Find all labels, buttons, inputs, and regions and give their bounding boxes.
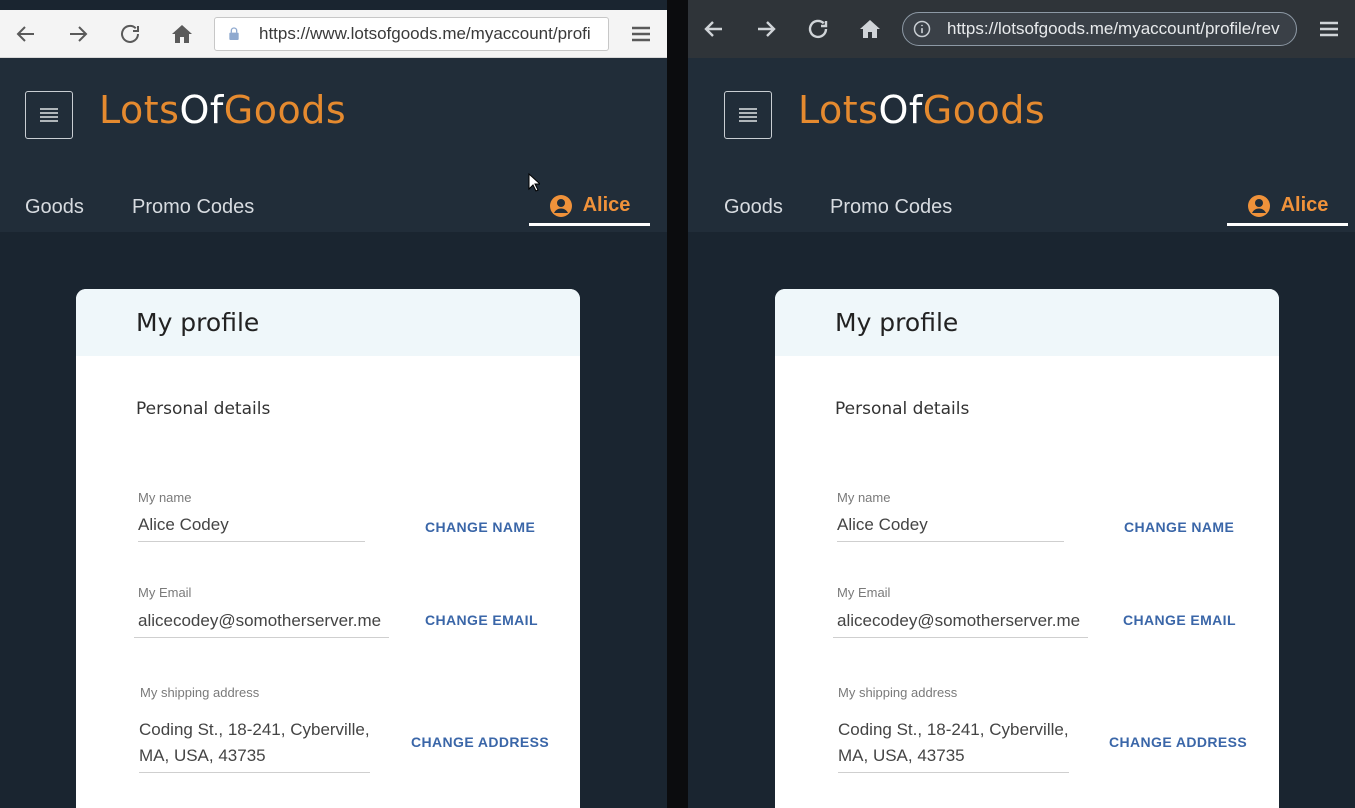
logo-text-goods: Goods [922, 88, 1046, 132]
site-logo[interactable]: LotsOfGoods [798, 88, 1045, 132]
logo-text-lots: Lots [99, 88, 180, 132]
site-logo[interactable]: LotsOfGoods [99, 88, 346, 132]
browser-toolbar: https://www.lotsofgoods.me/myaccount/pro… [0, 10, 667, 58]
logo-text-of: Of [878, 88, 923, 132]
forward-icon[interactable] [52, 10, 104, 58]
url-text: https://www.lotsofgoods.me/myaccount/pro… [259, 23, 591, 43]
sidebar-toggle-button[interactable] [25, 91, 73, 139]
name-label: My name [138, 490, 192, 505]
profile-card: My profile Personal details My name Alic… [775, 289, 1279, 808]
name-field: Alice Codey [837, 512, 1064, 542]
email-label: My Email [138, 585, 192, 600]
change-address-button[interactable]: CHANGE ADDRESS [1109, 734, 1247, 750]
page-title: My profile [835, 308, 959, 337]
profile-card-header: My profile [76, 289, 580, 356]
main-nav: Goods Promo Codes Alice [0, 178, 667, 232]
address-label: My shipping address [838, 685, 958, 700]
lock-icon [215, 18, 253, 50]
address-line-2: MA, USA, 43735 [838, 743, 1069, 773]
back-icon[interactable] [0, 10, 52, 58]
mouse-cursor-icon [528, 173, 540, 192]
site-header: LotsOfGoods Goods Promo Codes Alice [0, 58, 667, 232]
site-header: LotsOfGoods Goods Promo Codes Alice [688, 58, 1355, 232]
profile-card-header: My profile [775, 289, 1279, 356]
change-address-button[interactable]: CHANGE ADDRESS [411, 734, 549, 750]
change-email-button[interactable]: CHANGE EMAIL [1123, 612, 1236, 628]
back-icon[interactable] [688, 5, 740, 53]
email-field: alicecodey@somotherserver.me [833, 608, 1088, 638]
name-label: My name [837, 490, 891, 505]
name-field: Alice Codey [138, 512, 365, 542]
address-bar[interactable]: https://www.lotsofgoods.me/myaccount/pro… [214, 16, 609, 51]
url-text: https://lotsofgoods.me/myaccount/profile… [947, 19, 1280, 38]
home-icon[interactable] [844, 5, 896, 53]
browser-window-right: https://lotsofgoods.me/myaccount/profile… [688, 0, 1355, 808]
logo-text-lots: Lots [798, 88, 879, 132]
menu-icon[interactable] [615, 10, 667, 58]
nav-user-account[interactable]: Alice [529, 188, 650, 226]
address-line-1: Coding St., 18-241, Cyberville, [139, 720, 370, 739]
window-divider [667, 0, 688, 808]
menu-icon[interactable] [1303, 5, 1355, 53]
change-name-button[interactable]: CHANGE NAME [425, 519, 535, 535]
logo-text-goods: Goods [223, 88, 347, 132]
section-title: Personal details [136, 399, 271, 419]
browser-window-left: https://www.lotsofgoods.me/myaccount/pro… [0, 0, 667, 808]
account-circle-icon [549, 194, 572, 217]
change-name-button[interactable]: CHANGE NAME [1124, 519, 1234, 535]
profile-card: My profile Personal details My name Alic… [76, 289, 580, 808]
nav-user-account[interactable]: Alice [1227, 188, 1348, 226]
nav-goods[interactable]: Goods [724, 196, 783, 219]
nav-promo-codes[interactable]: Promo Codes [132, 196, 254, 219]
address-label: My shipping address [140, 685, 260, 700]
reload-icon[interactable] [104, 10, 156, 58]
nav-user-label: Alice [582, 194, 631, 216]
hamburger-icon [739, 108, 757, 122]
forward-icon[interactable] [740, 5, 792, 53]
main-nav: Goods Promo Codes Alice [688, 178, 1355, 232]
section-title: Personal details [835, 399, 970, 419]
address-line-1: Coding St., 18-241, Cyberville, [838, 720, 1069, 739]
nav-user-label: Alice [1280, 194, 1329, 216]
reload-icon[interactable] [792, 5, 844, 53]
sidebar-toggle-button[interactable] [724, 91, 772, 139]
browser-toolbar: https://lotsofgoods.me/myaccount/profile… [688, 0, 1355, 58]
nav-goods[interactable]: Goods [25, 196, 84, 219]
page-title: My profile [136, 308, 260, 337]
address-line-2: MA, USA, 43735 [139, 743, 370, 773]
email-label: My Email [837, 585, 891, 600]
logo-text-of: Of [179, 88, 224, 132]
account-circle-icon [1247, 194, 1270, 217]
home-icon[interactable] [156, 10, 208, 58]
nav-promo-codes[interactable]: Promo Codes [830, 196, 952, 219]
address-bar[interactable]: https://lotsofgoods.me/myaccount/profile… [902, 12, 1297, 46]
info-icon[interactable] [903, 13, 941, 45]
hamburger-icon [40, 108, 58, 122]
change-email-button[interactable]: CHANGE EMAIL [425, 612, 538, 628]
email-field: alicecodey@somotherserver.me [134, 608, 389, 638]
